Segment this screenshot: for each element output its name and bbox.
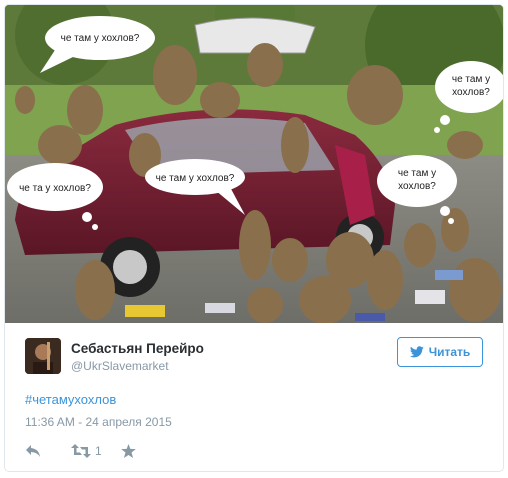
bubble-4-text: че там у хохлов? [156,173,235,184]
author-name[interactable]: Себастьян Перейро [71,341,204,356]
tweet-timestamp[interactable]: 11:36 AM - 24 апреля 2015 [25,415,172,429]
bird-icon [409,346,424,358]
hashtag-link[interactable]: #четамухохлов [25,392,116,407]
author-handle[interactable]: @UkrSlavemarket [71,359,169,373]
tweet-card: че там у хохлов? че там у хохлов? че та … [4,4,504,472]
follow-button-label: Читать [428,345,471,359]
follow-button[interactable]: Читать [397,337,483,367]
reply-button[interactable] [25,441,41,461]
star-icon [121,444,136,458]
reply-icon [26,445,40,457]
tweet-photo[interactable]: че там у хохлов? че там у хохлов? че та … [5,5,503,323]
bubble-2-line-1: че там у [452,74,490,85]
avatar[interactable] [25,338,61,374]
avatar-image [25,338,61,374]
retweet-count: 1 [95,444,102,458]
retweet-icon [71,444,91,458]
bubble-2-line-2: хохлов? [452,87,490,98]
like-button[interactable] [121,441,136,461]
bubble-5-line-1: че там у [398,168,436,179]
tweet-actions: 1 [25,441,225,461]
baboons-car-photo: че там у хохлов? че там у хохлов? че та … [5,5,503,323]
bubble-1-text: че там у хохлов? [61,33,140,44]
bubble-3-text: че та у хохлов? [19,183,91,194]
bubble-5-line-2: хохлов? [398,181,436,192]
retweet-button[interactable]: 1 [71,441,102,461]
